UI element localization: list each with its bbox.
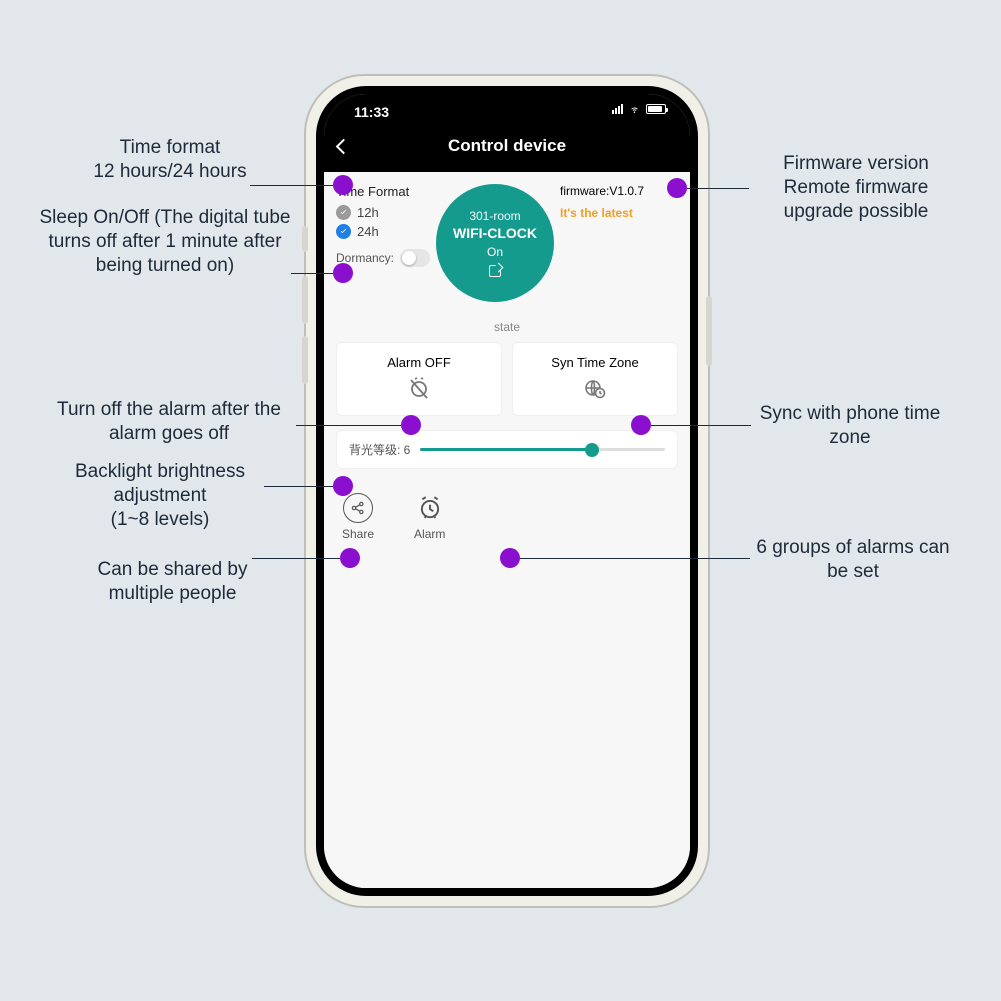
anno-time-format: Time format 12 hours/24 hours: [80, 136, 260, 184]
dormancy-toggle[interactable]: [400, 249, 430, 267]
battery-icon: [646, 104, 666, 114]
device-state: On: [487, 245, 503, 259]
firmware-version: firmware:V1.0.7: [560, 184, 666, 198]
anno-sync-tz: Sync with phone time zone: [750, 402, 950, 450]
marker-alarm: [500, 548, 520, 568]
device-room: 301-room: [469, 209, 520, 223]
page-title: Control device: [349, 136, 665, 156]
sync-timezone-card[interactable]: Syn Time Zone: [512, 342, 678, 416]
anno-sleep: Sleep On/Off (The digital tube turns off…: [36, 206, 294, 277]
share-action[interactable]: Share: [342, 493, 374, 541]
state-section-label: state: [336, 320, 678, 334]
marker-sync-tz: [631, 415, 651, 435]
radio-12h-label: 12h: [357, 205, 379, 220]
edit-icon: [489, 265, 501, 277]
time-format-block: Time Format 12h 24h: [336, 184, 430, 267]
alarm-off-icon: [407, 376, 431, 400]
mute-switch: [302, 226, 308, 252]
radio-24h[interactable]: 24h: [336, 224, 430, 239]
radio-unchecked-icon: [336, 205, 351, 220]
phone-notch: [427, 94, 587, 118]
alarm-action[interactable]: Alarm: [414, 493, 445, 541]
device-name: WIFI-CLOCK: [453, 225, 537, 241]
status-time: 11:33: [354, 104, 389, 120]
power-button: [706, 296, 712, 366]
phone-frame: 11:33 Control device Time Format: [306, 76, 708, 906]
content-area: Time Format 12h 24h: [324, 172, 690, 888]
marker-dormancy: [333, 263, 353, 283]
backlight-row: 背光等级: 6: [336, 430, 678, 469]
marker-alarm-off: [401, 415, 421, 435]
sync-timezone-label: Syn Time Zone: [519, 355, 671, 370]
radio-checked-icon: [336, 224, 351, 239]
marker-firmware: [667, 178, 687, 198]
anno-alarm-off: Turn off the alarm after the alarm goes …: [40, 398, 298, 446]
alarm-off-card[interactable]: Alarm OFF: [336, 342, 502, 416]
slider-thumb: [585, 443, 599, 457]
marker-share: [340, 548, 360, 568]
anno-backlight: Backlight brightness adjustment (1~8 lev…: [55, 460, 265, 531]
backlight-slider[interactable]: [420, 448, 665, 451]
marker-time-format: [333, 175, 353, 195]
slider-fill: [420, 448, 591, 451]
firmware-block: firmware:V1.0.7 It's the latest: [560, 184, 666, 220]
signal-icon: [612, 104, 623, 114]
alarm-label: Alarm: [414, 527, 445, 541]
phone-bezel: 11:33 Control device Time Format: [316, 86, 698, 896]
alarm-clock-icon: [415, 493, 445, 523]
phone-screen: 11:33 Control device Time Format: [324, 94, 690, 888]
radio-12h[interactable]: 12h: [336, 205, 430, 220]
anno-share: Can be shared by multiple people: [90, 558, 255, 606]
marker-backlight: [333, 476, 353, 496]
share-label: Share: [342, 527, 374, 541]
backlight-label: 背光等级: 6: [349, 441, 410, 458]
status-icons: [612, 104, 666, 114]
alarm-off-label: Alarm OFF: [343, 355, 495, 370]
device-card[interactable]: 301-room WIFI-CLOCK On: [436, 184, 554, 302]
radio-24h-label: 24h: [357, 224, 379, 239]
volume-up-button: [302, 276, 308, 324]
firmware-status: It's the latest: [560, 206, 666, 220]
volume-down-button: [302, 336, 308, 384]
wifi-icon: [628, 104, 641, 114]
anno-firmware: Firmware version Remote firmware upgrade…: [748, 152, 964, 223]
anno-alarms: 6 groups of alarms can be set: [748, 536, 958, 584]
share-icon: [343, 493, 373, 523]
globe-clock-icon: [583, 376, 607, 400]
